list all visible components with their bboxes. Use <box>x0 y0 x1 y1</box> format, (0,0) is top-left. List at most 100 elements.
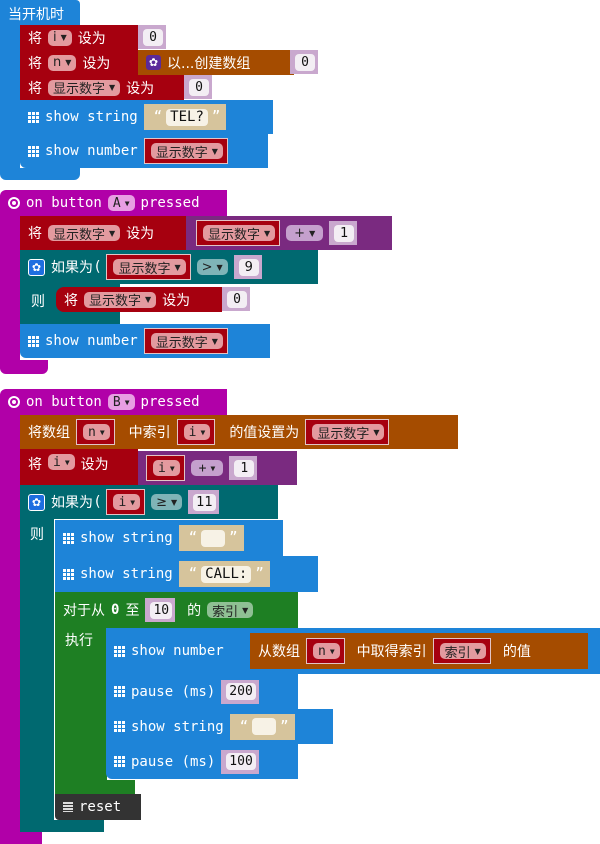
array-get-block[interactable]: 从数组 n ▼ 中取得索引 索引 ▼ 的值 <box>250 633 588 669</box>
number-input[interactable]: 200 <box>226 683 256 700</box>
close-quote-icon: ” <box>280 718 289 735</box>
string-input[interactable]: TEL? <box>166 108 208 126</box>
number-input[interactable]: 1 <box>234 459 255 477</box>
variable-dropdown-display[interactable]: 显示数字 ▼ <box>150 333 223 351</box>
set-n-block[interactable]: 将 n ▼ 设为 <box>20 50 138 75</box>
button-dropdown[interactable]: A ▼ <box>107 195 135 211</box>
show-number-block[interactable]: show number 显示数字 ▼ <box>20 134 268 168</box>
variable-dropdown-n[interactable]: n ▼ <box>83 424 110 440</box>
to-label: 至 <box>125 603 140 619</box>
set-i-block[interactable]: 将 i ▼ 设为 <box>20 449 138 485</box>
show-number-label: show number <box>45 333 138 349</box>
value-slot: 1 <box>329 221 358 245</box>
variable-dropdown-display[interactable]: 显示数字 ▼ <box>312 424 385 442</box>
dropdown-arrow-icon: ▼ <box>200 427 206 437</box>
loop-variable-dropdown[interactable]: 索引 ▼ <box>207 602 254 620</box>
math-add-block[interactable]: i ▼ + ▼ 1 <box>138 451 297 485</box>
set-label: 将 <box>28 226 42 242</box>
value-slot: 100 <box>221 749 259 774</box>
led-grid-icon <box>63 532 74 544</box>
variable-dropdown-display[interactable]: 显示数字 ▼ <box>203 225 276 243</box>
of-label: 的 <box>187 603 202 619</box>
string-input[interactable] <box>201 529 226 547</box>
operator-dropdown[interactable]: + ▼ <box>286 225 324 241</box>
compare-dropdown[interactable]: ≥ ▼ <box>151 494 183 510</box>
show-number-block[interactable]: show number 显示数字 ▼ <box>20 324 270 358</box>
variable-slot: n ▼ <box>306 638 345 664</box>
gear-icon[interactable]: ✿ <box>28 258 45 276</box>
for-label: 对于从 <box>63 603 105 619</box>
number-input[interactable]: 0 <box>143 28 163 46</box>
show-string-block[interactable]: show string “ TEL? ” <box>20 100 273 134</box>
variable-dropdown-i[interactable]: i ▼ <box>48 454 75 470</box>
led-grid-icon <box>114 686 125 697</box>
to-label: 设为 <box>126 80 155 97</box>
set-value-label: 的值设置为 <box>229 425 300 441</box>
dropdown-arrow-icon: ▼ <box>145 295 152 304</box>
dropdown-arrow-icon: ▼ <box>64 457 70 467</box>
variable-dropdown-i[interactable]: i ▼ <box>113 494 141 510</box>
variable-dropdown-display[interactable]: 显示数字 ▼ <box>113 259 186 277</box>
on-button-b-hat[interactable]: on button B ▼ pressed <box>0 389 227 415</box>
variable-dropdown-n[interactable]: n ▼ <box>48 54 77 71</box>
pause-block[interactable]: pause (ms) 100 <box>106 744 298 779</box>
dropdown-arrow-icon: ▼ <box>124 397 130 407</box>
math-add-block[interactable]: 显示数字 ▼ + ▼ 1 <box>186 216 392 250</box>
string-input[interactable]: CALL: <box>201 565 252 583</box>
number-input[interactable]: 0 <box>227 290 247 308</box>
on-button-a-bar <box>0 215 20 373</box>
number-input[interactable]: 0 <box>189 78 209 96</box>
compare-dropdown[interactable]: > ▼ <box>196 259 228 275</box>
variable-dropdown-i[interactable]: i ▼ <box>153 460 180 476</box>
close-quote-icon: ” <box>255 566 264 582</box>
set-display-block[interactable]: 将 显示数字 ▼ 设为 <box>20 75 184 100</box>
show-number-label: show number <box>45 143 138 159</box>
gear-icon[interactable]: ✿ <box>28 493 45 511</box>
number-input[interactable]: 0 <box>295 53 315 71</box>
number-input[interactable]: 11 <box>193 493 216 511</box>
pause-block[interactable]: pause (ms) 200 <box>106 674 298 709</box>
show-string-block[interactable]: show string “ ” <box>55 520 283 556</box>
string-slot: “ CALL: ” <box>178 561 270 587</box>
variable-dropdown-i[interactable]: i ▼ <box>48 29 72 46</box>
variable-slot: 显示数字 ▼ <box>143 328 228 354</box>
if-bottom <box>20 820 104 832</box>
number-input[interactable]: 9 <box>238 258 259 276</box>
to-label: 设为 <box>80 457 109 473</box>
for-loop-bottom <box>55 780 135 794</box>
variable-dropdown-display[interactable]: 显示数字 ▼ <box>48 79 121 97</box>
value-slot: 10 <box>145 598 176 622</box>
show-string-block[interactable]: show string “ CALL: ” <box>55 556 318 592</box>
variable-dropdown-display[interactable]: 显示数字 ▼ <box>48 225 121 243</box>
array-set-block[interactable]: 将数组 n ▼ 中索引 i ▼ 的值设置为 显示数字 ▼ <box>20 415 458 449</box>
gear-icon[interactable]: ✿ <box>146 55 161 70</box>
set-display-block[interactable]: 将 显示数字 ▼ 设为 <box>20 216 186 250</box>
then-label: 则 <box>30 527 44 543</box>
open-quote-icon: “ <box>188 566 198 582</box>
string-input[interactable] <box>252 718 277 735</box>
dropdown-arrow-icon: ▼ <box>65 58 72 67</box>
dropdown-arrow-icon: ▼ <box>99 427 105 437</box>
variable-dropdown-display[interactable]: 显示数字 ▼ <box>84 291 157 309</box>
number-input[interactable]: 100 <box>226 753 256 770</box>
show-string-block[interactable]: show string “ ” <box>106 709 333 744</box>
variable-dropdown-n[interactable]: n ▼ <box>313 643 340 659</box>
variable-dropdown-display[interactable]: 显示数字 ▼ <box>150 143 223 161</box>
set-display-block[interactable]: 将 显示数字 ▼ 设为 <box>56 287 222 312</box>
variable-slot: 显示数字 ▼ <box>106 254 191 280</box>
operator-dropdown[interactable]: + ▼ <box>190 460 224 476</box>
variable-dropdown-i[interactable]: i ▼ <box>183 424 211 440</box>
reset-block[interactable]: reset <box>55 794 141 820</box>
set-label: 将 <box>28 80 42 97</box>
variable-dropdown-index[interactable]: 索引 ▼ <box>439 643 486 661</box>
number-input[interactable]: 10 <box>150 601 173 619</box>
index-label: 中索引 <box>128 425 171 441</box>
set-i-block[interactable]: 将 i ▼ 设为 <box>20 25 138 50</box>
on-start-label: 当开机时 <box>8 7 64 23</box>
number-input[interactable]: 1 <box>334 224 355 242</box>
create-array-block[interactable]: ✿ 以...创建数组 <box>138 50 294 75</box>
on-button-b-bar <box>0 414 20 844</box>
on-button-a-hat[interactable]: on button A ▼ pressed <box>0 190 227 216</box>
set-label: 将 <box>28 30 42 47</box>
button-dropdown[interactable]: B ▼ <box>107 394 135 410</box>
